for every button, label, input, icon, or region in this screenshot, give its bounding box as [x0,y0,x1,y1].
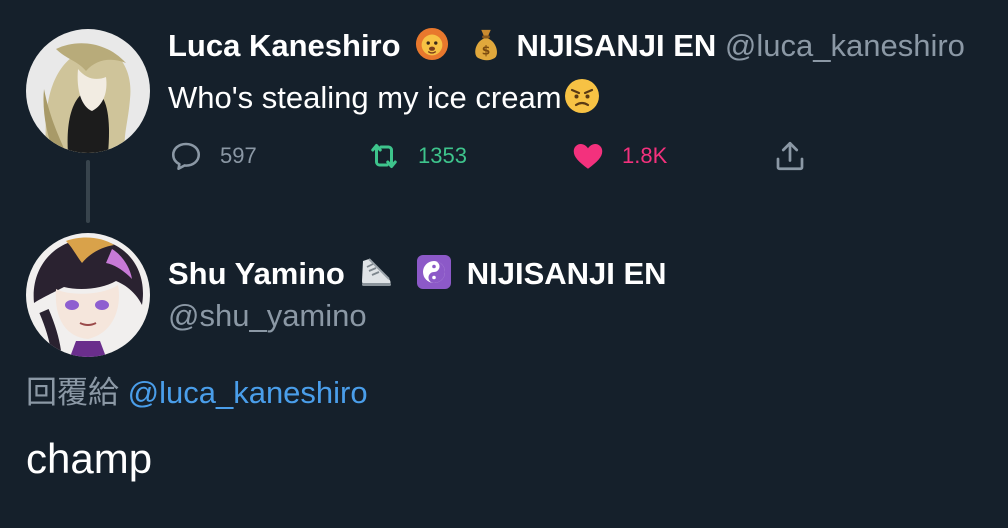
author-affiliation: NIJISANJI EN [516,28,717,64]
luca-avatar[interactable] [26,29,150,153]
reply-text: champ [26,435,153,482]
retweet-count: 1353 [418,143,467,168]
reply-author-affiliation: NIJISANJI EN [466,256,667,292]
author-handle[interactable]: @luca_kaneshiro [725,28,965,63]
reply-button[interactable]: 597 [168,136,257,176]
retweet-button[interactable]: 1353 [366,136,467,176]
thread-connector-line [86,160,90,223]
svg-text:$: $ [482,43,491,57]
tweet-action-bar: 597 1353 1.8K [168,136,828,176]
reply-author-handle[interactable]: @shu_yamino [168,298,367,334]
tweet-header: Luca Kaneshiro $ NIJISANJI EN @luca_kane… [168,27,965,69]
reply-header: Shu Yamino NIJISANJI EN [168,254,667,298]
yin-yang-icon [416,254,452,298]
tweet-text: Who's stealing my ice cream [168,78,600,123]
reply-icon [171,142,201,171]
reply-author-name[interactable]: Shu Yamino [168,256,345,291]
replying-to-label: 回覆給 [26,375,119,410]
angry-face-icon [564,78,600,123]
money-bag-icon: $ [470,27,502,69]
share-button[interactable] [772,136,824,176]
heart-icon [573,144,603,169]
like-button[interactable]: 1.8K [570,136,667,176]
share-icon [776,141,804,171]
reply-count: 597 [220,143,257,168]
replying-to: 回覆給 @luca_kaneshiro [26,374,368,412]
retweet-icon [371,144,397,168]
lion-face-icon [415,27,449,69]
like-count: 1.8K [622,143,668,168]
tweet-text-content: Who's stealing my ice cream [168,80,562,115]
sneaker-icon [359,255,395,297]
replying-to-mention[interactable]: @luca_kaneshiro [128,375,368,410]
shu-avatar[interactable] [26,233,150,357]
author-name[interactable]: Luca Kaneshiro [168,28,401,63]
